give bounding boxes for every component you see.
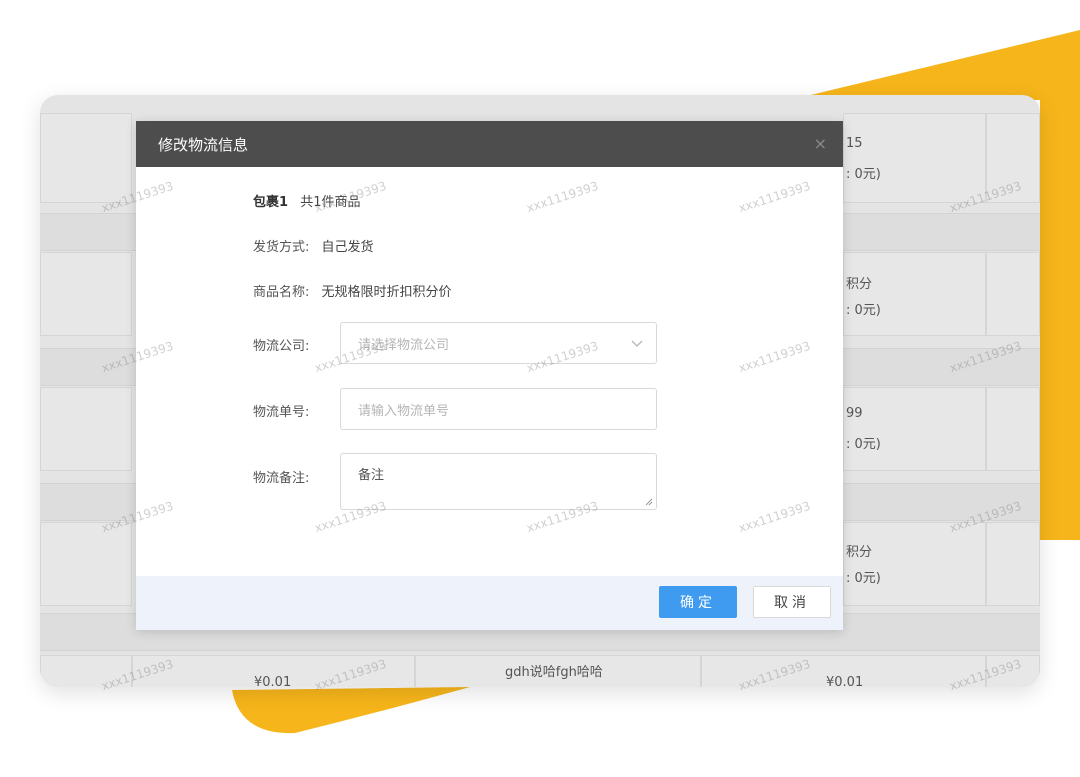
table-cell-text: 99 (846, 406, 863, 421)
tracking-number-label: 物流单号: (253, 405, 310, 420)
table-cell (40, 252, 132, 336)
dialog-title: 修改物流信息 (158, 135, 249, 154)
close-icon[interactable]: × (814, 134, 827, 153)
table-cell (843, 522, 986, 606)
product-name-row: 商品名称: 无规格限时折扣积分价 (253, 281, 452, 300)
dialog-header: 修改物流信息 × (136, 121, 843, 167)
table-cell (843, 387, 986, 471)
table-cell-text: : 0元) (846, 571, 881, 586)
confirm-button[interactable]: 确定 (659, 586, 737, 618)
logistics-note-text: 备注 (358, 468, 385, 483)
product-name-value: 无规格限时折扣积分价 (321, 285, 452, 300)
table-cell-text: 15 (846, 136, 863, 151)
table-cell (843, 252, 986, 336)
logistics-note-label: 物流备注: (253, 471, 310, 486)
table-cell (843, 113, 986, 203)
table-cell-text: : 0元) (846, 167, 881, 182)
product-name-text: gdh说哈fgh哈哈 (505, 665, 603, 680)
table-cell (40, 387, 132, 471)
table-cell-text: : 0元) (846, 437, 881, 452)
price-text: ¥0.01 (826, 675, 864, 687)
price-text: ¥0.01 (254, 675, 292, 687)
table-cell-text: 积分 (846, 545, 873, 560)
tracking-number-input[interactable]: 请输入物流单号 (340, 388, 657, 430)
table-cell-text: : 0元) (846, 303, 881, 318)
dialog-footer: 确定 取消 (136, 576, 843, 630)
table-cell (986, 387, 1040, 471)
package-name: 包裹1 (253, 195, 289, 210)
resize-handle-icon[interactable] (645, 498, 653, 506)
logistics-note-textarea[interactable]: 备注 (340, 453, 657, 510)
cancel-button[interactable]: 取消 (753, 586, 831, 618)
tracking-number-placeholder: 请输入物流单号 (358, 403, 450, 419)
table-cell (986, 522, 1040, 606)
shipping-method-value: 自己发货 (321, 240, 374, 255)
chevron-down-icon (631, 340, 643, 347)
logistics-company-label: 物流公司: (253, 339, 310, 354)
table-cell-text: 积分 (846, 277, 873, 292)
table-cell (40, 522, 132, 606)
shipping-method-label: 发货方式: (253, 240, 310, 255)
table-cell (986, 252, 1040, 336)
edit-logistics-dialog: 修改物流信息 × 包裹1 共1件商品 发货方式: 自己发货 商品名称: 无规格限… (136, 121, 843, 630)
logistics-company-select[interactable]: 请选择物流公司 (340, 322, 657, 364)
table-cell (40, 113, 132, 203)
product-name-label: 商品名称: (253, 285, 310, 300)
shipping-method-row: 发货方式: 自己发货 (253, 236, 374, 255)
